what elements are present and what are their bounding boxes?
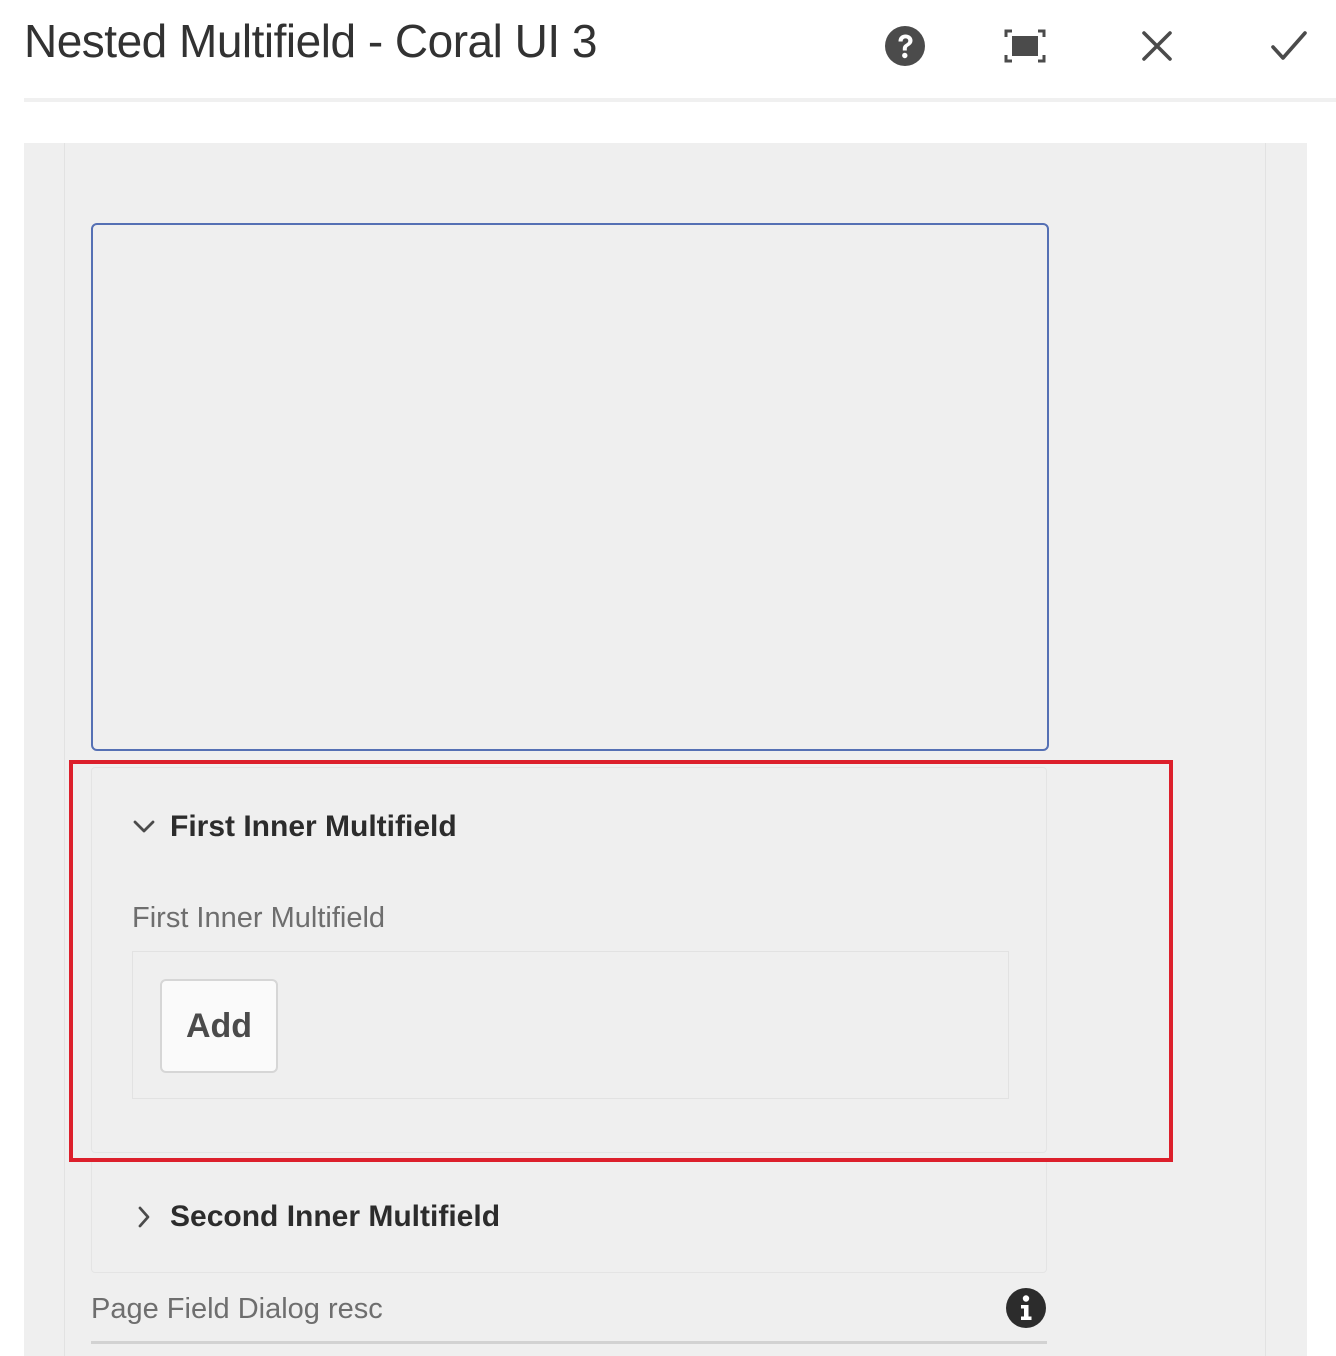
- fullscreen-button[interactable]: [997, 18, 1053, 74]
- info-icon[interactable]: [1005, 1287, 1047, 1329]
- panel-divider-right: [1265, 143, 1266, 1356]
- page-field-input[interactable]: [91, 1341, 1047, 1344]
- dialog-content: First Inner Multifield First Inner Multi…: [24, 143, 1307, 1356]
- chevron-right-icon: [132, 1205, 156, 1229]
- add-button[interactable]: Add: [160, 979, 278, 1073]
- text-area[interactable]: [91, 223, 1049, 751]
- close-icon: [1142, 31, 1172, 61]
- cancel-button[interactable]: [1129, 18, 1185, 74]
- field-label-first-inner-multifield: First Inner Multifield: [132, 902, 386, 934]
- checkmark-icon: [1271, 31, 1307, 60]
- header-divider: [24, 98, 1336, 102]
- help-icon: [885, 26, 925, 66]
- multifield-container: Add: [132, 951, 1009, 1099]
- page-field-label: Page Field Dialog resc: [91, 1293, 383, 1325]
- chevron-down-icon: [132, 815, 156, 839]
- panel-divider-left: [64, 143, 65, 1356]
- accordion-item-first-inner-multifield: First Inner Multifield First Inner Multi…: [91, 767, 1047, 1153]
- accordion-title-first: First Inner Multifield: [170, 810, 457, 843]
- accordion-item-second-inner-multifield: Second Inner Multifield: [91, 1159, 1047, 1273]
- fullscreen-icon: [1004, 29, 1046, 63]
- accordion-title-second: Second Inner Multifield: [170, 1200, 501, 1233]
- help-button[interactable]: [877, 18, 933, 74]
- dialog-title: Nested Multifield - Coral UI 3: [24, 15, 597, 67]
- dialog: Nested Multifield - Coral UI 3 First Inn…: [0, 0, 1336, 1356]
- accordion-header-second[interactable]: Second Inner Multifield: [132, 1200, 500, 1234]
- done-button[interactable]: [1261, 18, 1317, 74]
- accordion-header-first[interactable]: First Inner Multifield: [132, 810, 457, 844]
